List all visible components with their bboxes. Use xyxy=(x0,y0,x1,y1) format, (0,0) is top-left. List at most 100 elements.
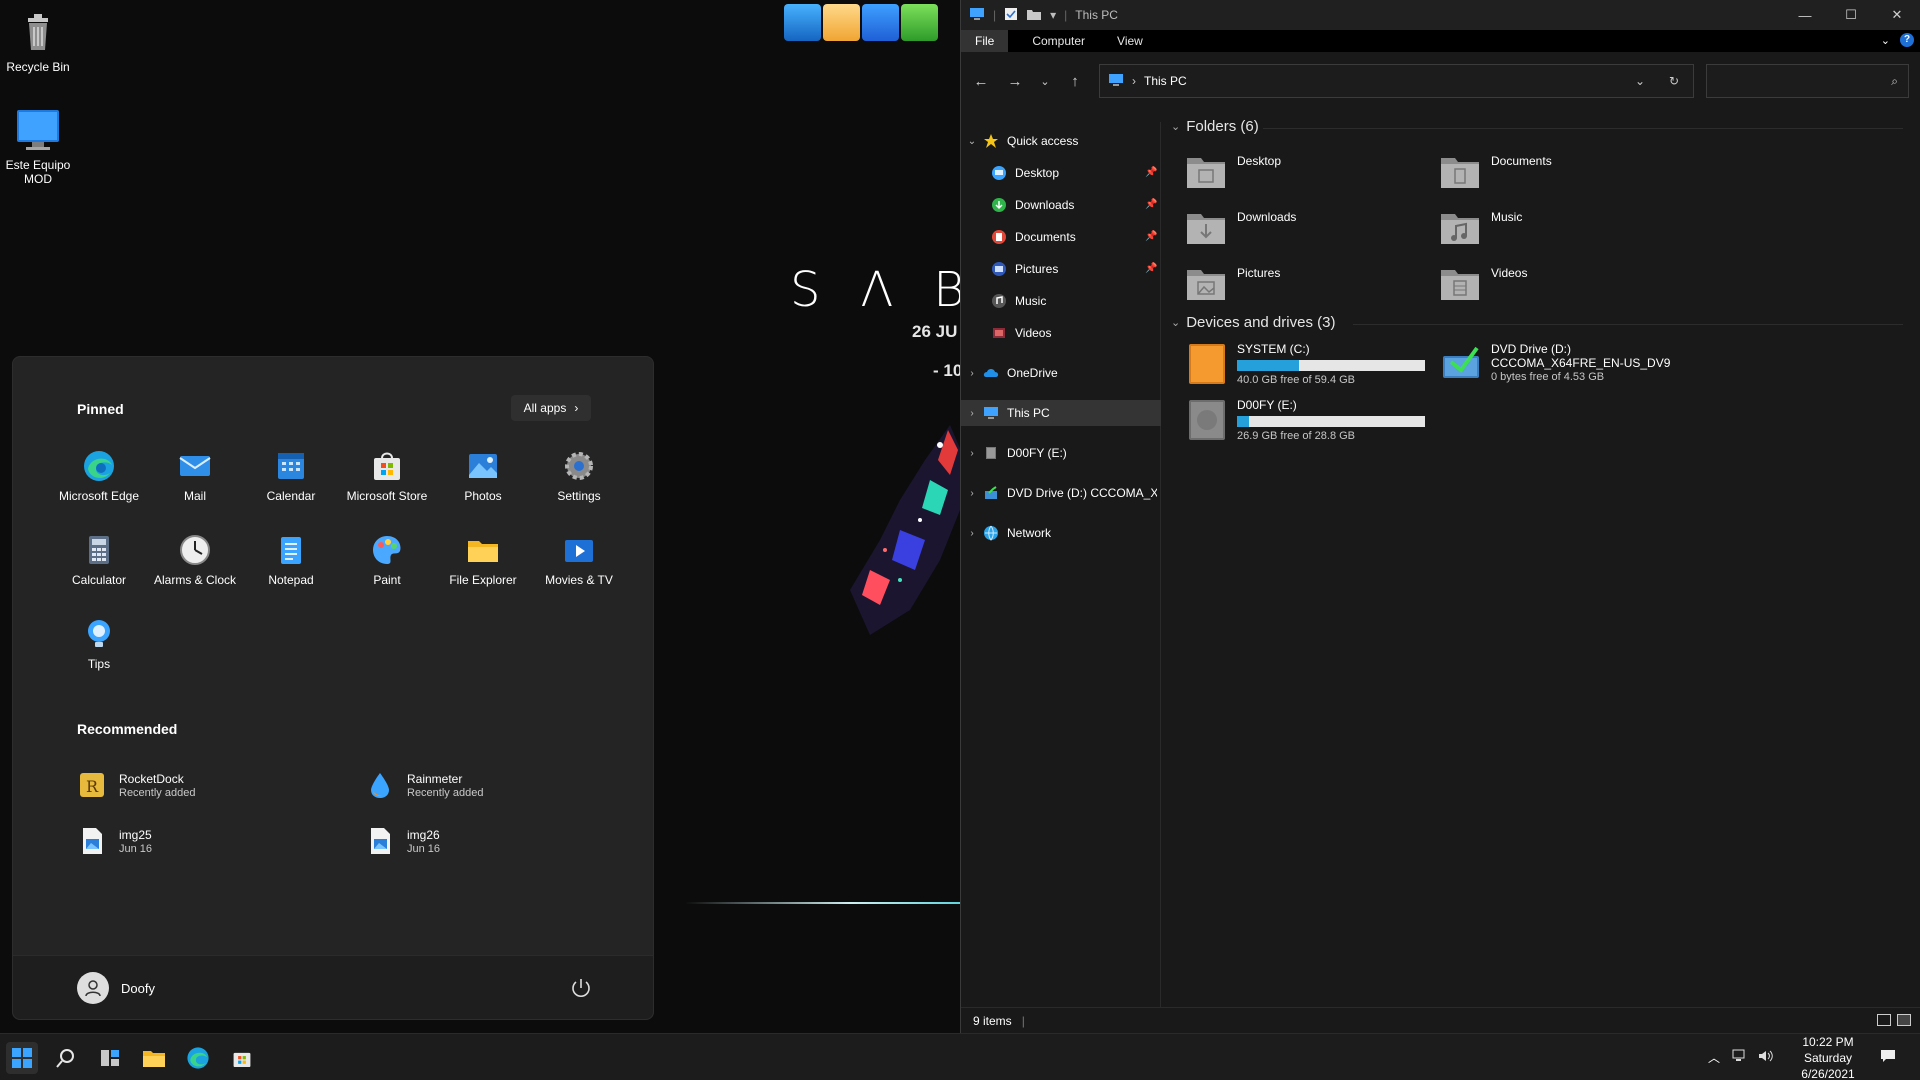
task-view-icon[interactable] xyxy=(94,1042,126,1074)
pinned-app-label: Microsoft Store xyxy=(346,489,428,503)
start-button[interactable] xyxy=(6,1042,38,1074)
pin-icon[interactable]: 📌 xyxy=(1145,231,1157,243)
dock-download-icon[interactable] xyxy=(901,4,938,41)
dock-monitor-icon[interactable] xyxy=(784,4,821,41)
drive-system-c[interactable]: SYSTEM (C:) 40.0 GB free of 59.4 GB xyxy=(1187,342,1441,394)
recommended-item[interactable]: img25 Jun 16 xyxy=(77,821,337,861)
recommended-item[interactable]: R RocketDock Recently added xyxy=(77,765,337,805)
forward-arrow-icon[interactable]: → xyxy=(1007,74,1023,90)
notification-icon[interactable] xyxy=(1880,1048,1896,1067)
recommended-item[interactable]: img26 Jun 16 xyxy=(365,821,625,861)
nav-quick-access[interactable]: ⌄ Quick access xyxy=(961,128,1161,154)
folder-videos[interactable]: Videos xyxy=(1439,262,1693,314)
expand-ribbon-icon[interactable]: ⌄ xyxy=(1881,34,1890,47)
recent-chevron-icon[interactable]: ⌄ xyxy=(1037,74,1053,90)
pinned-app-notepad[interactable]: Notepad xyxy=(243,527,339,591)
chevron-down-icon[interactable]: ▾ xyxy=(1050,8,1056,22)
pinned-app-calculator[interactable]: Calculator xyxy=(51,527,147,591)
recommended-item[interactable]: Rainmeter Recently added xyxy=(365,765,625,805)
nav-item-pictures[interactable]: Pictures 📌 xyxy=(961,256,1161,282)
minimize-button[interactable]: — xyxy=(1782,0,1828,30)
pinned-app-mail[interactable]: Mail xyxy=(147,443,243,507)
search-icon[interactable] xyxy=(50,1042,82,1074)
all-apps-button[interactable]: All apps › xyxy=(511,395,591,421)
nav-drive-dvd[interactable]: › DVD Drive (D:) CCCOMA_X64 xyxy=(961,480,1161,506)
chevron-right-icon[interactable]: › xyxy=(961,528,983,539)
search-icon[interactable]: ⌕ xyxy=(1891,74,1898,89)
chevron-down-icon[interactable]: ⌄ xyxy=(1171,120,1180,133)
nav-onedrive[interactable]: › OneDrive xyxy=(961,360,1161,386)
dock-notes-icon[interactable] xyxy=(823,4,860,41)
pin-icon[interactable]: 📌 xyxy=(1145,263,1157,275)
power-icon[interactable] xyxy=(569,976,593,1000)
large-icons-view-icon[interactable] xyxy=(1897,1014,1911,1026)
maximize-button[interactable]: ☐ xyxy=(1828,0,1874,30)
pinned-app-label: Calendar xyxy=(266,489,316,503)
pinned-app-tips[interactable]: Tips xyxy=(51,611,147,675)
pin-icon[interactable]: 📌 xyxy=(1145,199,1157,211)
file-explorer-taskbar-icon[interactable] xyxy=(138,1042,170,1074)
properties-icon[interactable] xyxy=(1004,7,1018,24)
store-taskbar-icon[interactable] xyxy=(226,1042,258,1074)
folder-music[interactable]: Music xyxy=(1439,206,1693,258)
pinned-app-edge[interactable]: Microsoft Edge xyxy=(51,443,147,507)
address-bar[interactable]: › This PC ⌄ ↻ xyxy=(1099,64,1694,98)
desktop-icon-recycle-bin[interactable]: Recycle Bin xyxy=(0,8,76,74)
help-icon[interactable]: ? xyxy=(1900,33,1914,47)
folder-desktop[interactable]: Desktop xyxy=(1185,150,1439,202)
drives-group-header[interactable]: ⌄ Devices and drives (3) xyxy=(1171,314,1335,331)
pinned-app-alarms[interactable]: Alarms & Clock xyxy=(147,527,243,591)
pin-icon[interactable]: 📌 xyxy=(1145,167,1157,179)
dock-music-icon[interactable] xyxy=(862,4,899,41)
folder-pictures[interactable]: Pictures xyxy=(1185,262,1439,314)
chevron-up-icon[interactable]: ︿ xyxy=(1708,1049,1720,1066)
address-dropdown-icon[interactable]: ⌄ xyxy=(1635,74,1645,88)
desktop-icon-computer[interactable]: Este Equipo MOD xyxy=(0,106,76,186)
folder-documents[interactable]: Documents xyxy=(1439,150,1693,202)
nav-item-desktop[interactable]: Desktop 📌 xyxy=(961,160,1161,186)
taskbar: ︿ 10:22 PM Saturday 6/26/2021 xyxy=(0,1033,1920,1080)
up-arrow-icon[interactable]: ↑ xyxy=(1067,74,1083,90)
nav-this-pc[interactable]: › This PC xyxy=(961,400,1161,426)
edge-taskbar-icon[interactable] xyxy=(182,1042,214,1074)
volume-icon[interactable] xyxy=(1758,1049,1774,1066)
chevron-down-icon[interactable]: ⌄ xyxy=(961,136,983,147)
pinned-app-paint[interactable]: Paint xyxy=(339,527,435,591)
pinned-app-settings[interactable]: Settings xyxy=(531,443,627,507)
nav-drive-doofy[interactable]: › D00FY (E:) xyxy=(961,440,1161,466)
user-button[interactable]: Doofy xyxy=(77,972,155,1004)
search-input[interactable]: ⌕ xyxy=(1706,64,1909,98)
nav-item-videos[interactable]: Videos xyxy=(961,320,1161,346)
nav-network[interactable]: › Network xyxy=(961,520,1161,546)
chevron-right-icon[interactable]: › xyxy=(961,448,983,459)
chevron-right-icon[interactable]: › xyxy=(961,408,983,419)
refresh-icon[interactable]: ↻ xyxy=(1669,74,1679,88)
pinned-app-file-explorer[interactable]: File Explorer xyxy=(435,527,531,591)
folders-group-header[interactable]: ⌄ Folders (6) xyxy=(1171,118,1259,135)
nav-item-music[interactable]: Music xyxy=(961,288,1161,314)
pinned-app-photos[interactable]: Photos xyxy=(435,443,531,507)
nav-item-documents[interactable]: Documents 📌 xyxy=(961,224,1161,250)
clock[interactable]: 10:22 PM Saturday 6/26/2021 xyxy=(1788,1034,1868,1080)
chevron-right-icon[interactable]: › xyxy=(961,368,983,379)
tab-computer[interactable]: Computer xyxy=(1008,30,1103,52)
drive-doofy-e[interactable]: D00FY (E:) 26.9 GB free of 28.8 GB xyxy=(1187,398,1441,450)
back-arrow-icon[interactable]: ← xyxy=(973,74,989,90)
chevron-right-icon[interactable]: › xyxy=(961,488,983,499)
folder-downloads[interactable]: Downloads xyxy=(1185,206,1439,258)
drive-usage-bar xyxy=(1237,416,1425,427)
new-folder-icon[interactable] xyxy=(1026,7,1042,24)
drive-dvd[interactable]: DVD Drive (D:) CCCOMA_X64FRE_EN-US_DV9 0… xyxy=(1441,342,1695,394)
tab-view[interactable]: View xyxy=(1103,30,1157,52)
recommended-title: Recommended xyxy=(77,721,178,737)
pinned-app-calendar[interactable]: Calendar xyxy=(243,443,339,507)
tab-file[interactable]: File xyxy=(961,30,1009,52)
network-tray-icon[interactable] xyxy=(1732,1049,1748,1066)
pinned-app-movies[interactable]: Movies & TV xyxy=(531,527,627,591)
breadcrumb[interactable]: This PC xyxy=(1144,74,1187,88)
details-view-icon[interactable] xyxy=(1877,1014,1891,1026)
chevron-down-icon[interactable]: ⌄ xyxy=(1171,316,1180,329)
close-button[interactable]: ✕ xyxy=(1874,0,1920,30)
pinned-app-store[interactable]: Microsoft Store xyxy=(339,443,435,507)
nav-item-downloads[interactable]: Downloads 📌 xyxy=(961,192,1161,218)
